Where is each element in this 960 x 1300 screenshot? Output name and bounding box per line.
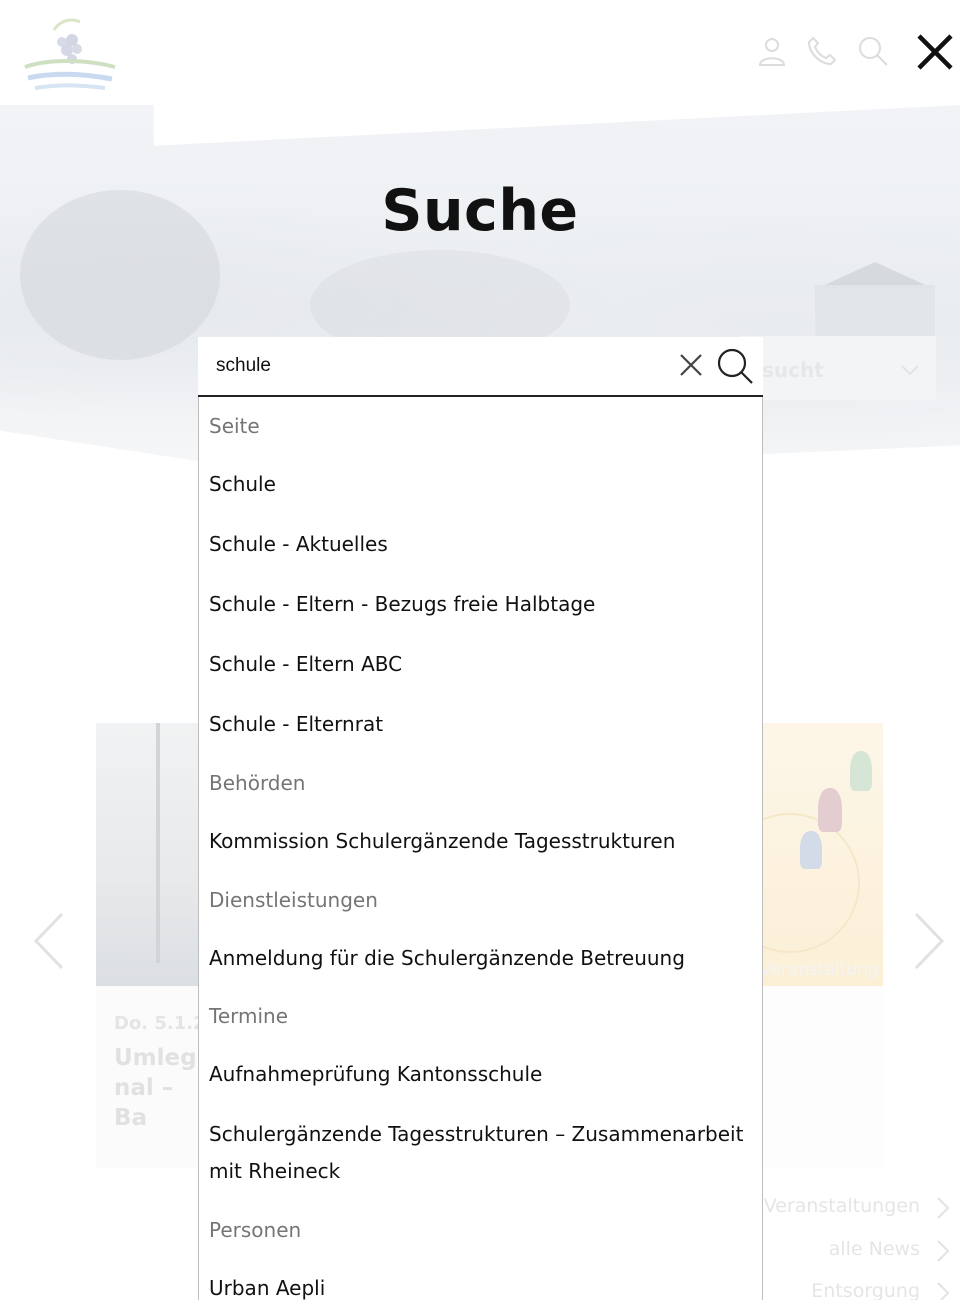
- phone-icon[interactable]: [805, 34, 839, 68]
- search-bar: [198, 337, 763, 397]
- suggestion-item[interactable]: Schule - Aktuelles: [209, 526, 748, 563]
- group-label-personen: Personen: [209, 1218, 302, 1242]
- category-select[interactable]: sucht: [740, 336, 936, 400]
- user-icon[interactable]: [755, 34, 789, 68]
- suggestion-item[interactable]: Anmeldung für die Schulergänzende Betreu…: [209, 940, 748, 977]
- search-suggestions: Seite Schule Schule - Aktuelles Schule -…: [198, 397, 763, 1300]
- chevron-right-icon[interactable]: [912, 912, 946, 970]
- search-icon[interactable]: [856, 34, 890, 68]
- link-veranstaltungen[interactable]: Veranstaltungen: [764, 1195, 920, 1217]
- suggestion-item[interactable]: Schulergänzende Tagesstrukturen – Zusamm…: [209, 1116, 748, 1190]
- clear-icon[interactable]: [678, 352, 704, 378]
- suggestion-item[interactable]: Schule - Eltern - Bezugs freie Halbtage: [209, 586, 748, 623]
- group-label-seite: Seite: [209, 414, 260, 438]
- game-piece: [800, 831, 822, 869]
- suggestion-item[interactable]: Schule - Eltern ABC: [209, 646, 748, 683]
- search-icon[interactable]: [716, 347, 754, 385]
- group-label-termine: Termine: [209, 1004, 289, 1028]
- suggestion-item[interactable]: Schule - Elternrat: [209, 706, 748, 743]
- news-card-date: Do. 5.1.2: [114, 1013, 206, 1034]
- group-label-dienstleistungen: Dienstleistungen: [209, 888, 378, 912]
- chevron-right-icon: [937, 1197, 950, 1219]
- link-entsorgung[interactable]: Entsorgung: [811, 1280, 920, 1300]
- news-card-title: Umlegu nal – Ba: [114, 1045, 213, 1131]
- event-card-tag: Veranstaltung: [760, 960, 879, 980]
- suggestion-item[interactable]: Urban Aepli: [209, 1270, 748, 1300]
- close-icon[interactable]: [914, 31, 956, 73]
- link-alle-news[interactable]: alle News: [829, 1238, 920, 1260]
- chevron-left-icon[interactable]: [32, 912, 66, 970]
- news-card-image-pole: [156, 723, 160, 963]
- group-label-behoerden: Behörden: [209, 771, 306, 795]
- logo: [24, 18, 116, 90]
- page-title: Suche: [381, 178, 579, 244]
- chevron-down-icon: [901, 365, 919, 376]
- search-input[interactable]: [198, 337, 668, 395]
- suggestion-item[interactable]: Kommission Schulergänzende Tagesstruktur…: [209, 823, 748, 860]
- category-select-label: sucht: [762, 358, 824, 382]
- suggestion-item[interactable]: Schule: [209, 466, 748, 503]
- game-piece: [818, 788, 842, 832]
- chevron-right-icon: [937, 1240, 950, 1262]
- suggestion-item[interactable]: Aufnahmeprüfung Kantonsschule: [209, 1056, 748, 1093]
- hero-house: [815, 285, 935, 340]
- game-piece: [850, 751, 872, 791]
- chevron-right-icon: [937, 1282, 950, 1300]
